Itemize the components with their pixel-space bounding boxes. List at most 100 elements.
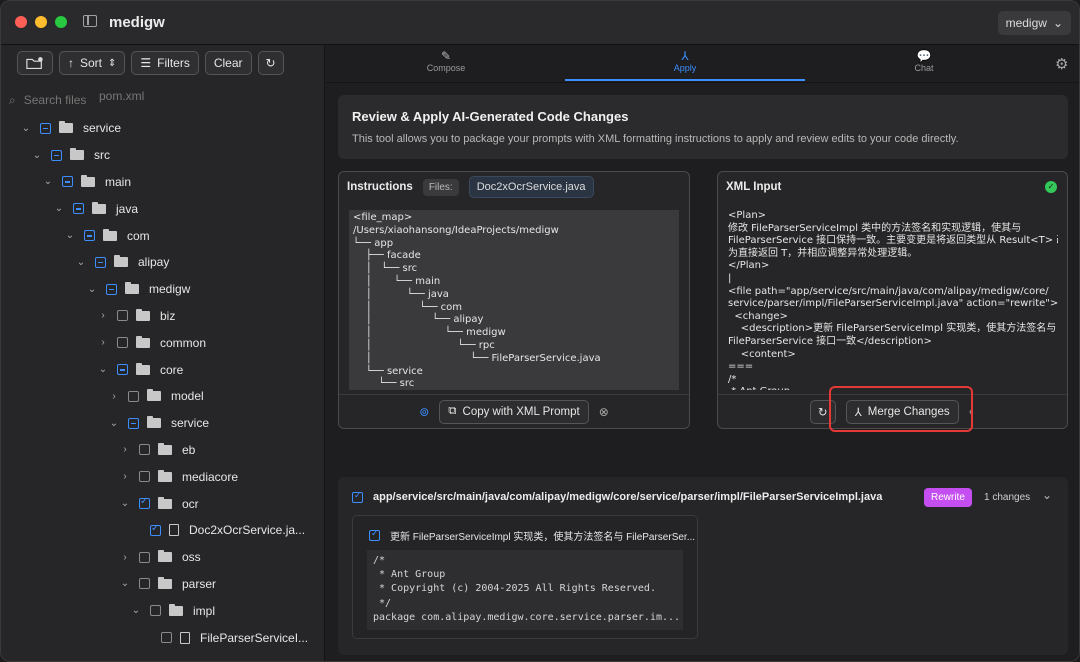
- gear-icon[interactable]: ⚙: [1055, 55, 1071, 73]
- add-folder-button[interactable]: [17, 51, 53, 75]
- tree-item-label: src: [94, 148, 110, 163]
- tree-folder-row[interactable]: ⌄ main: [1, 169, 324, 196]
- tree-checkbox[interactable]: [161, 632, 172, 644]
- tab-chat[interactable]: 💬 Chat: [804, 49, 1044, 81]
- tree-folder-row[interactable]: ⌄ com: [1, 222, 324, 249]
- chevron-down-icon[interactable]: ⌄: [1042, 488, 1052, 502]
- sort-button[interactable]: ↑ Sort ⇕: [59, 51, 126, 75]
- window-controls: [15, 16, 67, 28]
- tree-checkbox[interactable]: [139, 578, 150, 590]
- tree-item-label: impl: [193, 603, 216, 618]
- tree-checkbox[interactable]: [150, 523, 161, 536]
- chevron-down-icon[interactable]: ⌄: [42, 176, 54, 187]
- search-bar[interactable]: ⌕ pom.xml: [1, 87, 324, 113]
- xml-input-header: XML Input: [718, 172, 1067, 202]
- tree-folder-row[interactable]: › common: [1, 329, 324, 356]
- tree-checkbox[interactable]: [139, 551, 150, 563]
- project-selector-label: medigw: [1005, 16, 1047, 30]
- folder-icon: [169, 603, 183, 616]
- copy-icon: ⧉: [448, 405, 457, 417]
- tab-compose-label: Compose: [426, 63, 466, 73]
- file-change-checkbox[interactable]: [352, 490, 363, 503]
- tree-checkbox[interactable]: [84, 230, 95, 242]
- tree-checkbox[interactable]: [117, 364, 128, 376]
- tree-checkbox[interactable]: [51, 149, 62, 161]
- tree-item-label: parser: [182, 576, 217, 591]
- tree-checkbox[interactable]: [40, 122, 51, 134]
- tree-checkbox[interactable]: [117, 337, 128, 349]
- tree-folder-row[interactable]: › oss: [1, 544, 324, 571]
- tree-checkbox[interactable]: [128, 390, 139, 402]
- clear-button[interactable]: Clear: [204, 51, 252, 75]
- tree-folder-row[interactable]: › model: [1, 383, 324, 410]
- chevron-down-icon[interactable]: ⌄: [20, 123, 32, 134]
- tree-file-row[interactable]: FileParserServiceI...: [1, 624, 324, 651]
- tree-folder-row[interactable]: ⌄ java: [1, 195, 324, 222]
- instructions-title: Instructions: [347, 181, 413, 193]
- change-code-preview: /* * Ant Group * Copyright (c) 2004-2025…: [367, 550, 683, 630]
- filters-button[interactable]: ☰ Filters: [131, 51, 199, 75]
- close-circle-icon[interactable]: ⊗: [599, 405, 609, 419]
- chevron-down-icon[interactable]: ⌄: [64, 230, 76, 241]
- tree-folder-row[interactable]: ⌄ core: [1, 356, 324, 383]
- chevron-down-icon[interactable]: ⌄: [97, 364, 109, 375]
- updown-chevron-icon: ⇕: [108, 57, 117, 69]
- info-icon[interactable]: ⊚: [419, 405, 429, 419]
- chevron-down-icon[interactable]: ⌄: [31, 150, 43, 161]
- tab-apply[interactable]: ⅄ Apply: [565, 49, 805, 81]
- xml-input-editor[interactable]: <Plan> 修改 FileParserServiceImpl 类中的方法签名和…: [728, 210, 1058, 390]
- tree-checkbox[interactable]: [128, 417, 139, 429]
- tree-checkbox[interactable]: [73, 203, 84, 215]
- chevron-right-icon[interactable]: ›: [97, 310, 109, 321]
- change-checkbox[interactable]: [369, 528, 380, 541]
- copy-xml-prompt-button[interactable]: ⧉ Copy with XML Prompt: [439, 399, 589, 424]
- tree-checkbox[interactable]: [117, 310, 128, 322]
- chevron-right-icon[interactable]: ›: [108, 391, 120, 402]
- tree-folder-row[interactable]: ⌄ parser: [1, 571, 324, 598]
- project-selector[interactable]: medigw ⌄: [997, 11, 1071, 35]
- minimize-window-button[interactable]: [35, 16, 47, 28]
- instructions-content[interactable]: <file_map> /Users/xiaohansong/IdeaProjec…: [349, 210, 679, 390]
- tree-folder-row[interactable]: ⌄ service: [1, 115, 324, 142]
- copy-xml-prompt-label: Copy with XML Prompt: [462, 405, 580, 418]
- tree-folder-row[interactable]: ⌄ medigw: [1, 276, 324, 303]
- chevron-right-icon[interactable]: ›: [119, 471, 131, 482]
- chevron-down-icon[interactable]: ⌄: [130, 605, 142, 616]
- sidebar-toggle-icon[interactable]: [83, 15, 97, 27]
- chevron-down-icon[interactable]: ⌄: [119, 578, 131, 589]
- review-header-card: Review & Apply AI-Generated Code Changes…: [338, 95, 1068, 159]
- tree-checkbox[interactable]: [139, 471, 150, 483]
- chevron-right-icon[interactable]: ›: [119, 552, 131, 563]
- tree-folder-row[interactable]: › eb: [1, 437, 324, 464]
- tree-checkbox[interactable]: [62, 176, 73, 188]
- tree-folder-row[interactable]: ⌄ impl: [1, 597, 324, 624]
- folder-icon: [70, 148, 84, 161]
- tree-folder-row[interactable]: ⌄ service: [1, 410, 324, 437]
- close-window-button[interactable]: [15, 16, 27, 28]
- tree-checkbox[interactable]: [106, 283, 117, 295]
- tree-checkbox[interactable]: [150, 605, 161, 617]
- tree-checkbox[interactable]: [95, 256, 106, 268]
- tab-compose[interactable]: ✎ Compose: [326, 49, 566, 81]
- tree-item-label: oss: [182, 550, 201, 565]
- chevron-down-icon[interactable]: ⌄: [53, 203, 65, 214]
- tree-folder-row[interactable]: ⌄ ocr: [1, 490, 324, 517]
- tree-checkbox[interactable]: [139, 496, 150, 510]
- tree-folder-row[interactable]: ⌄ src: [1, 142, 324, 169]
- tree-folder-row[interactable]: ⌄ alipay: [1, 249, 324, 276]
- chevron-down-icon[interactable]: ⌄: [86, 284, 98, 295]
- active-tab-indicator: [565, 79, 805, 81]
- chevron-right-icon[interactable]: ›: [97, 337, 109, 348]
- file-chip[interactable]: Doc2xOcrService.java: [468, 176, 594, 198]
- tree-item-label: ocr: [182, 496, 199, 511]
- chevron-right-icon[interactable]: ›: [119, 444, 131, 455]
- tree-folder-row[interactable]: › biz: [1, 303, 324, 330]
- tree-folder-row[interactable]: › mediacore: [1, 463, 324, 490]
- tree-checkbox[interactable]: [139, 444, 150, 456]
- chevron-down-icon[interactable]: ⌄: [75, 257, 87, 268]
- chevron-down-icon[interactable]: ⌄: [119, 498, 131, 509]
- refresh-button[interactable]: ↻: [257, 51, 284, 75]
- chevron-down-icon[interactable]: ⌄: [108, 418, 120, 429]
- zoom-window-button[interactable]: [55, 16, 67, 28]
- tree-file-row[interactable]: Doc2xOcrService.ja...: [1, 517, 324, 544]
